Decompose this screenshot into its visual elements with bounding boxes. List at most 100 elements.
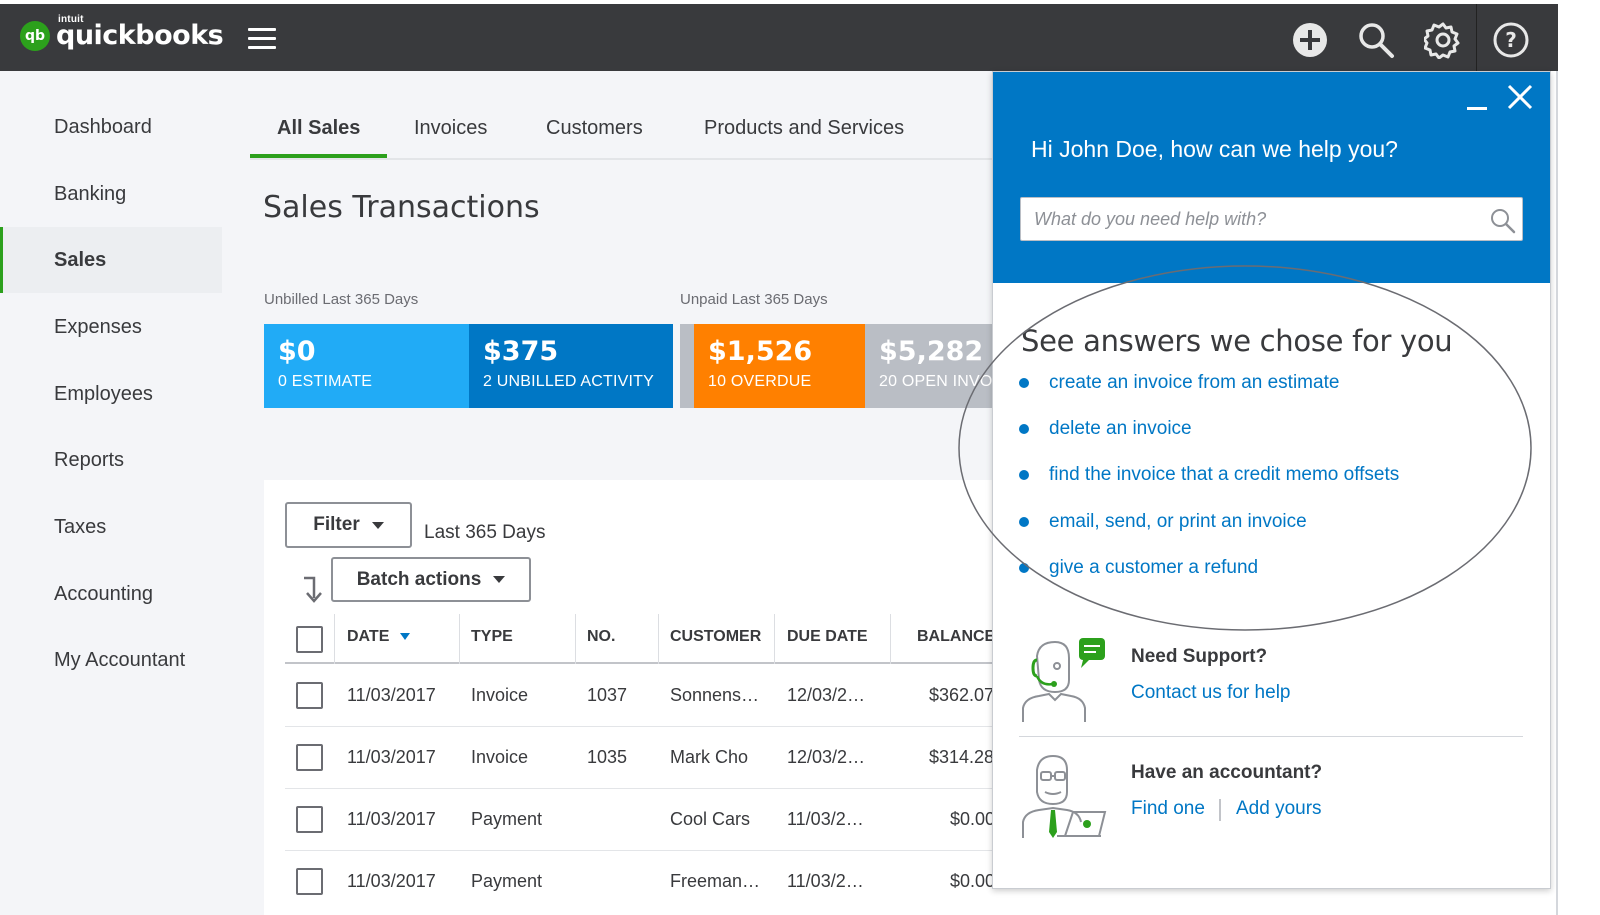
sidebar-item-employees[interactable]: Employees (0, 361, 222, 427)
contact-us-link[interactable]: Contact us for help (1131, 682, 1290, 704)
answer-link-text: email, send, or print an invoice (1049, 511, 1307, 532)
tab-invoices[interactable]: Invoices (414, 100, 487, 158)
column-header-date[interactable]: DATE (347, 628, 410, 646)
sidebar-item-expenses[interactable]: Expenses (0, 294, 222, 360)
filter-range-text: Last 365 Days (424, 522, 546, 543)
top-bar: qb intuit quickbooks ? (0, 4, 1564, 71)
row-checkbox[interactable] (296, 868, 323, 895)
filter-button[interactable]: Filter (285, 502, 412, 548)
have-accountant-title: Have an accountant? (1131, 762, 1323, 783)
caret-down-icon (371, 521, 384, 529)
gear-icon[interactable] (1424, 21, 1462, 59)
help-search-input[interactable] (1021, 198, 1481, 240)
bullet-icon (1019, 424, 1029, 434)
bullet-icon (1019, 563, 1029, 573)
need-support-title: Need Support? (1131, 646, 1268, 667)
row-checkbox[interactable] (296, 744, 323, 771)
answer-link[interactable]: email, send, or print an invoice (1019, 511, 1307, 533)
row-date: 11/03/2017 (347, 685, 436, 705)
sidebar-item-taxes[interactable]: Taxes (0, 494, 222, 560)
column-header-balance[interactable]: BALANCE (917, 628, 995, 646)
answer-link[interactable]: find the invoice that a credit memo offs… (1019, 464, 1399, 486)
answer-link[interactable]: give a customer a refund (1019, 557, 1258, 579)
tab-all-sales[interactable]: All Sales (250, 100, 388, 158)
sidebar-item-my-accountant[interactable]: My Accountant (0, 627, 222, 693)
add-yours-link[interactable]: Add yours (1236, 798, 1322, 820)
answer-link-text: give a customer a refund (1049, 557, 1259, 578)
row-customer[interactable]: Sonnens… (670, 685, 759, 706)
sidebar-item-accounting[interactable]: Accounting (0, 561, 222, 627)
row-date: 11/03/2017 (347, 747, 436, 767)
minimize-icon[interactable] (1467, 98, 1487, 110)
batch-actions-button[interactable]: Batch actions (331, 557, 531, 602)
row-no[interactable]: 1035 (587, 747, 627, 768)
kpi-estimate-amount: $0 (278, 336, 316, 367)
search-icon[interactable] (1357, 21, 1395, 59)
help-search-box (1020, 197, 1523, 241)
row-checkbox[interactable] (296, 682, 323, 709)
search-icon[interactable] (1489, 207, 1517, 235)
kpi-unpaid-bar (680, 324, 694, 408)
select-all-checkbox[interactable] (296, 626, 323, 653)
quickbooks-logo[interactable]: qb intuit quickbooks (20, 14, 224, 51)
row-customer[interactable]: Cool Cars (670, 809, 750, 830)
kpi-unbilled-activity[interactable]: $375 2 UNBILLED ACTIVITY (469, 324, 673, 408)
row-due-date: 12/03/2… (787, 747, 866, 767)
kpi-overdue[interactable]: $1,526 10 OVERDUE (694, 324, 865, 408)
sort-arrow-icon[interactable] (300, 576, 324, 604)
row-no[interactable]: 1037 (587, 685, 627, 706)
column-header-type[interactable]: TYPE (471, 628, 513, 646)
kpi-open-invoices[interactable]: $5,282 20 OPEN INVOICES (865, 324, 992, 408)
batch-actions-label: Batch actions (356, 568, 482, 590)
column-divider (658, 614, 659, 664)
page-margin (1558, 0, 1600, 915)
answer-link[interactable]: delete an invoice (1019, 418, 1192, 440)
kpi-open-sub: 20 OPEN INVOICES (879, 373, 992, 390)
answer-link-text: create an invoice from an estimate (1049, 372, 1340, 393)
tab-customers[interactable]: Customers (546, 100, 643, 158)
sidebar-item-banking[interactable]: Banking (0, 161, 222, 227)
row-balance: $362.07 (929, 685, 995, 705)
kpi-estimate[interactable]: $0 0 ESTIMATE (264, 324, 469, 408)
row-customer[interactable]: Freeman… (670, 871, 760, 892)
qb-logo-icon: qb (20, 20, 50, 51)
row-type: Invoice (471, 747, 529, 767)
sidebar-item-sales[interactable]: Sales (0, 227, 222, 293)
answer-link[interactable]: create an invoice from an estimate (1019, 372, 1339, 394)
sort-down-icon (399, 633, 410, 641)
column-header-customer[interactable]: CUSTOMER (670, 628, 761, 646)
bullet-icon (1019, 470, 1029, 480)
help-header: Hi John Doe, how can we help you? (993, 72, 1550, 283)
sidebar-item-dashboard[interactable]: Dashboard (0, 94, 222, 160)
column-header-due-date[interactable]: DUE DATE (787, 628, 868, 646)
tab-products-and-services[interactable]: Products and Services (704, 100, 904, 158)
row-checkbox[interactable] (296, 806, 323, 833)
row-due-date: 12/03/2… (787, 685, 866, 705)
row-type: Invoice (471, 685, 529, 705)
column-divider (334, 614, 335, 664)
column-date-label: DATE (347, 628, 390, 645)
sidebar: Dashboard Banking Sales Expenses Employe… (0, 71, 222, 915)
column-header-no[interactable]: NO. (587, 628, 615, 646)
row-type: Payment (471, 871, 543, 891)
row-date: 11/03/2017 (347, 871, 436, 891)
close-icon[interactable] (1505, 82, 1535, 112)
logo-wordmark: intuit quickbooks (56, 14, 224, 51)
filter-button-label: Filter (313, 514, 360, 535)
kpi-estimate-sub: 0 ESTIMATE (278, 373, 373, 390)
row-divider (285, 788, 992, 789)
row-due-date: 11/03/2… (787, 871, 864, 891)
kpi-overdue-amount: $1,526 (708, 336, 813, 367)
plus-icon[interactable] (1291, 21, 1329, 59)
sidebar-item-reports[interactable]: Reports (0, 427, 222, 493)
row-divider (285, 726, 992, 727)
help-icon[interactable]: ? (1492, 21, 1530, 59)
accountant-icon (1022, 754, 1107, 838)
kpi-unbilled-sub: 2 UNBILLED ACTIVITY (483, 373, 654, 390)
row-balance: $0.00 (950, 809, 996, 829)
sales-tabs: All Sales Invoices Customers Products an… (250, 100, 992, 160)
row-balance: $0.00 (950, 871, 996, 891)
find-one-link[interactable]: Find one (1131, 798, 1205, 820)
row-customer[interactable]: Mark Cho (670, 747, 748, 768)
hamburger-menu-icon[interactable] (248, 28, 276, 50)
